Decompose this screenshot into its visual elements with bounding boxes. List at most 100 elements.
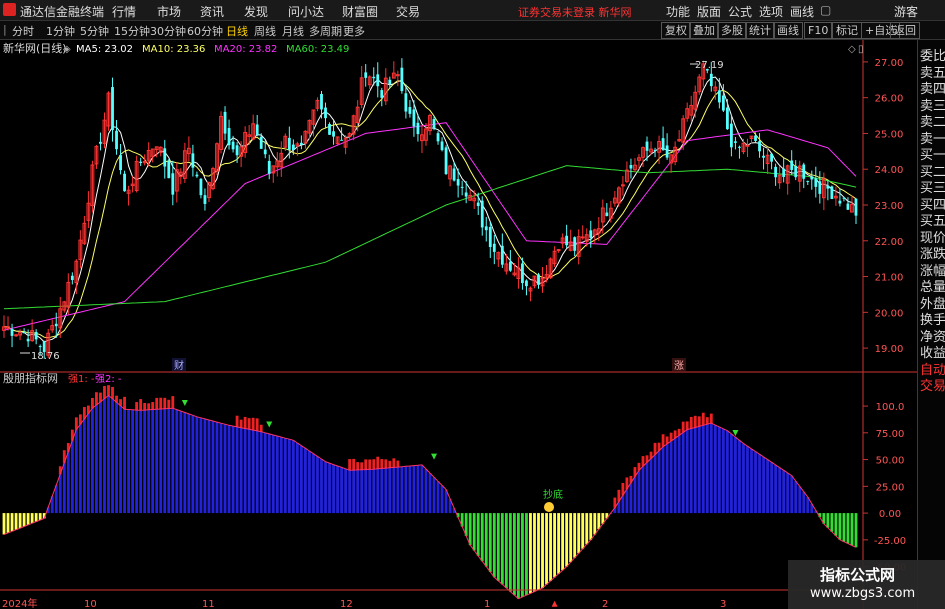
close-pane-icon[interactable]: ▯: [858, 44, 864, 55]
menu-layout[interactable]: 版面: [697, 3, 721, 20]
indicator-bar: [669, 441, 673, 514]
period-intraday[interactable]: 分时: [12, 23, 34, 39]
indicator-hot-bar: [243, 416, 247, 429]
candle-body-down: [854, 198, 858, 216]
indicator-bar: [830, 513, 834, 532]
legend-strong1: 强1: -: [68, 373, 95, 385]
indicator-bar: [340, 467, 343, 514]
candle-body-down: [388, 79, 392, 85]
indicator-bar: [408, 465, 412, 514]
indicator-bar: [444, 489, 448, 514]
date-label-mar: 3: [720, 599, 726, 609]
btn-stats[interactable]: 统计: [745, 22, 775, 39]
indicator-bar: [774, 464, 778, 514]
ind-tick-label: 25.00: [876, 482, 905, 493]
indicator-bar: [86, 413, 90, 514]
menu-xiaoda[interactable]: 问小达: [288, 3, 324, 20]
period-1min[interactable]: 1分钟: [46, 23, 75, 39]
menu-formula[interactable]: 公式: [728, 3, 752, 20]
ind-tick-label: -25.00: [874, 536, 906, 547]
indicator-bar: [119, 405, 122, 514]
indicator-bar: [304, 448, 307, 514]
candle-body-down: [54, 323, 58, 327]
candle-body-down: [725, 107, 729, 130]
menu-trade[interactable]: 交易: [396, 3, 420, 20]
menu-options[interactable]: 选项: [759, 3, 783, 20]
indicator-hot-bar: [681, 421, 685, 433]
indicator-bar: [179, 411, 183, 514]
indicator-bar: [312, 453, 315, 514]
period-60min[interactable]: 60分钟: [187, 23, 223, 39]
indicator-bar: [175, 409, 179, 514]
candle-body-down: [380, 90, 384, 98]
candle-body-down: [291, 144, 295, 151]
indicator-bar: [717, 426, 721, 514]
menu-discover[interactable]: 发现: [244, 3, 268, 20]
indicator-bar: [838, 513, 842, 540]
indicator-hot-bar: [155, 397, 159, 410]
indicator-bar: [95, 404, 98, 514]
menu-markets[interactable]: 市场: [157, 3, 181, 20]
indicator-bar: [665, 443, 669, 514]
indicator-bar: [295, 442, 299, 514]
candle-body-down: [70, 275, 74, 280]
legend-toggle-icon[interactable]: ◈: [63, 44, 71, 55]
btn-mark[interactable]: 标记: [832, 22, 862, 39]
btn-overlay[interactable]: 叠加: [689, 22, 719, 39]
indicator-bar: [641, 466, 645, 514]
btn-multi-stock[interactable]: 多股: [717, 22, 747, 39]
period-multi[interactable]: 多周期: [309, 23, 342, 39]
period-more[interactable]: 更多: [343, 23, 365, 39]
indicator-bar: [251, 430, 255, 514]
date-label-feb: 2: [602, 599, 608, 609]
period-15min[interactable]: 15分钟: [114, 23, 150, 39]
price-tick-label: 19.00: [875, 344, 904, 355]
menu-draw[interactable]: 画线: [790, 3, 814, 20]
indicator-bar: [661, 446, 665, 514]
period-daily[interactable]: 日线: [226, 23, 248, 39]
candle-body-down: [171, 173, 175, 195]
indicator-bar: [842, 513, 846, 542]
menu-wealth[interactable]: 财富圈: [342, 3, 378, 20]
settings-diamond-icon[interactable]: ◇: [848, 44, 856, 55]
candle-body-down: [10, 328, 14, 336]
indicator-bar: [854, 513, 858, 548]
candle-body-down: [163, 148, 167, 167]
indicator-bar: [512, 513, 516, 596]
indicator-bar: [167, 408, 171, 514]
quote-field-label[interactable]: 交易: [920, 375, 945, 394]
menu-market[interactable]: 行情: [112, 3, 136, 20]
guest-label[interactable]: 游客: [894, 3, 918, 20]
candle-body-down: [408, 107, 412, 114]
candle-body-down: [709, 73, 713, 87]
indicator-hot-bar: [259, 424, 263, 432]
indicator-hot-bar: [103, 386, 106, 399]
btn-adjust[interactable]: 复权: [661, 22, 691, 39]
candle-body-down: [738, 146, 741, 148]
indicator-hot-bar: [685, 421, 689, 430]
period-weekly[interactable]: 周线: [254, 23, 276, 39]
indicator-bar: [2, 513, 6, 535]
menu-function[interactable]: 功能: [666, 3, 690, 20]
price-tick-label: 26.00: [875, 94, 904, 105]
period-30min[interactable]: 30分钟: [150, 23, 186, 39]
minimize-icon[interactable]: ▢: [820, 3, 831, 17]
indicator-hot-bar: [701, 412, 705, 426]
chart-area[interactable]: 27.0026.0025.0024.0023.0022.0021.0020.00…: [0, 40, 917, 609]
indicator-bar: [657, 450, 661, 514]
period-5min[interactable]: 5分钟: [80, 23, 109, 39]
title-bar: 通达信金融终端 行情 市场 资讯 发现 问小达 财富圈 交易 证券交易未登录 新…: [0, 0, 945, 21]
indicator-bar: [758, 454, 761, 514]
candle-body-down: [480, 200, 484, 228]
indicator-hot-bar: [360, 462, 364, 470]
btn-draw[interactable]: 画线: [773, 22, 803, 39]
bottom-signal-icon: [544, 502, 554, 512]
indicator-bar: [742, 443, 745, 514]
btn-back[interactable]: 返回: [890, 22, 920, 39]
period-monthly[interactable]: 月线: [282, 23, 304, 39]
menu-news[interactable]: 资讯: [200, 3, 224, 20]
indicator-bar: [352, 470, 356, 514]
btn-f10[interactable]: F10: [804, 22, 833, 39]
indicator-bar: [508, 513, 512, 592]
indicator-bar: [404, 466, 408, 514]
